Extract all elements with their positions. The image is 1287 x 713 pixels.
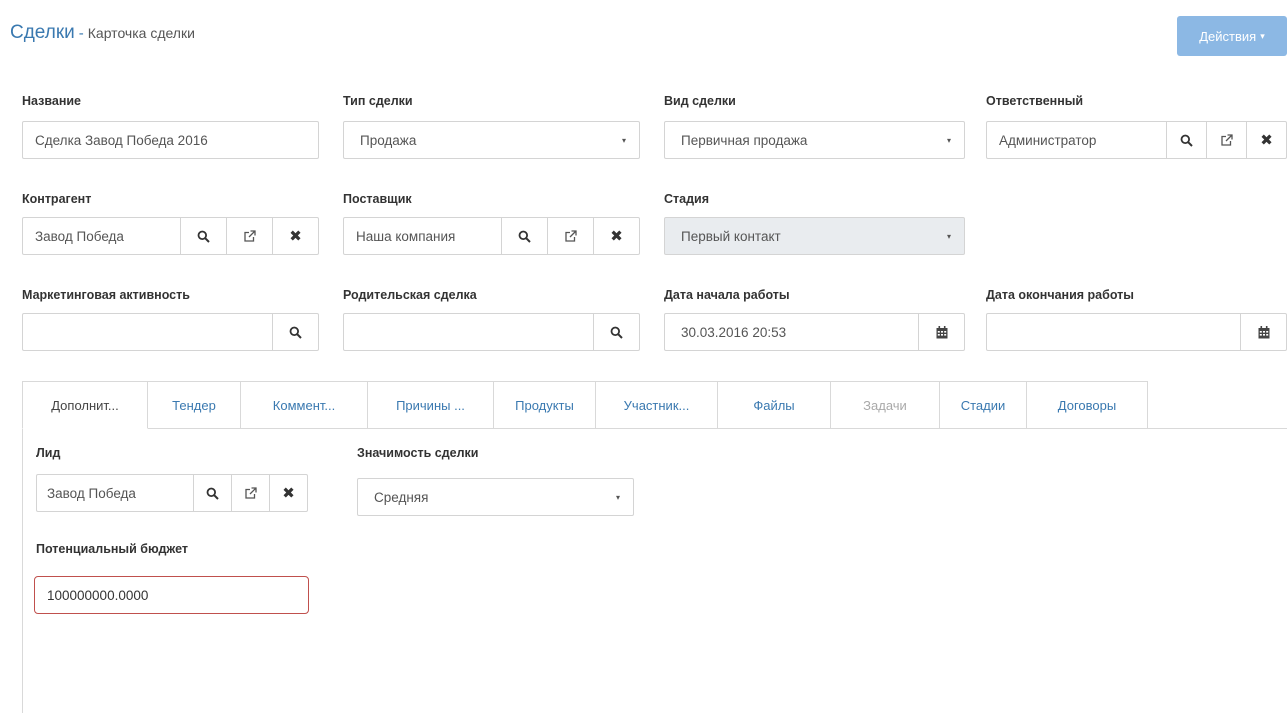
stage-label: Стадия: [664, 192, 710, 206]
search-icon[interactable]: [193, 475, 231, 511]
end-date-label: Дата окончания работы: [986, 288, 1134, 302]
tab-stages[interactable]: Стадии: [940, 381, 1027, 429]
tab-bar: Дополнит... Тендер Коммент... Причины ..…: [22, 381, 1148, 429]
clear-icon[interactable]: ✖: [269, 475, 307, 511]
open-external-icon[interactable]: [231, 475, 269, 511]
page-title: Карточка сделки: [87, 25, 195, 41]
chevron-down-icon: ▾: [1260, 30, 1265, 41]
select-arrow-icon: ▾: [615, 492, 620, 502]
search-icon[interactable]: [593, 314, 639, 350]
budget-input[interactable]: 100000000.0000: [34, 576, 309, 614]
tab-contracts[interactable]: Договоры: [1027, 381, 1148, 429]
end-date-input[interactable]: [986, 313, 1287, 351]
deal-kind-select[interactable]: Первичная продажа ▾: [664, 121, 965, 159]
responsible-value: Администратор: [999, 132, 1097, 148]
clear-icon[interactable]: ✖: [593, 218, 639, 254]
breadcrumb-separator: -: [78, 25, 84, 42]
deal-kind-label: Вид сделки: [664, 94, 736, 108]
start-date-input[interactable]: 30.03.2016 20:53: [664, 313, 965, 351]
select-arrow-icon: ▾: [946, 231, 951, 241]
tab-tender[interactable]: Тендер: [148, 381, 241, 429]
tab-reasons[interactable]: Причины ...: [368, 381, 494, 429]
tab-products[interactable]: Продукты: [494, 381, 596, 429]
calendar-icon[interactable]: [1240, 314, 1286, 350]
tab-additional[interactable]: Дополнит...: [22, 381, 148, 429]
significance-select[interactable]: Средняя ▾: [357, 478, 634, 516]
open-external-icon[interactable]: [226, 218, 272, 254]
deal-type-select[interactable]: Продажа ▾: [343, 121, 640, 159]
stage-select: Первый контакт ▾: [664, 217, 965, 255]
responsible-label: Ответственный: [986, 94, 1084, 108]
search-icon[interactable]: [1166, 122, 1206, 158]
name-value: Сделка Завод Победа 2016: [35, 132, 208, 148]
parent-deal-lookup[interactable]: [343, 313, 640, 351]
lead-value: Завод Победа: [47, 485, 136, 501]
deal-type-value: Продажа: [360, 132, 417, 148]
open-external-icon[interactable]: [1206, 122, 1246, 158]
search-icon[interactable]: [501, 218, 547, 254]
clear-icon[interactable]: ✖: [1246, 122, 1286, 158]
name-label: Название: [22, 94, 82, 108]
search-icon[interactable]: [272, 314, 318, 350]
actions-label: Действия: [1199, 28, 1257, 44]
tab-participants[interactable]: Участник...: [596, 381, 718, 429]
tab-tasks[interactable]: Задачи: [831, 381, 940, 429]
responsible-lookup[interactable]: Администратор ✖: [986, 121, 1287, 159]
lead-label: Лид: [36, 446, 61, 460]
tab-panel-additional: [22, 428, 1287, 713]
name-input[interactable]: Сделка Завод Победа 2016: [22, 121, 319, 159]
tab-files[interactable]: Файлы: [718, 381, 831, 429]
significance-value: Средняя: [374, 489, 429, 505]
select-arrow-icon: ▾: [946, 135, 951, 145]
parent-deal-label: Родительская сделка: [343, 288, 477, 302]
tab-comments[interactable]: Коммент...: [241, 381, 368, 429]
marketing-value: [23, 314, 272, 350]
counterparty-lookup[interactable]: Завод Победа ✖: [22, 217, 319, 255]
deal-kind-value: Первичная продажа: [681, 132, 808, 148]
budget-label: Потенциальный бюджет: [36, 542, 189, 556]
counterparty-label: Контрагент: [22, 192, 92, 206]
marketing-label: Маркетинговая активность: [22, 288, 190, 302]
deal-type-label: Тип сделки: [343, 94, 413, 108]
calendar-icon[interactable]: [918, 314, 964, 350]
start-date-label: Дата начала работы: [664, 288, 790, 302]
parent-deal-value: [344, 314, 593, 350]
significance-label: Значимость сделки: [357, 446, 479, 460]
clear-icon[interactable]: ✖: [272, 218, 318, 254]
stage-value: Первый контакт: [681, 228, 781, 244]
page-header: Сделки - Карточка сделки: [10, 22, 195, 48]
supplier-value: Наша компания: [356, 228, 456, 244]
open-external-icon[interactable]: [547, 218, 593, 254]
end-date-value: [987, 314, 1240, 350]
counterparty-value: Завод Победа: [35, 228, 124, 244]
breadcrumb-deals[interactable]: Сделки: [10, 22, 75, 44]
actions-dropdown-button[interactable]: Действия ▾: [1177, 16, 1287, 56]
budget-value: 100000000.0000: [47, 587, 149, 603]
search-icon[interactable]: [180, 218, 226, 254]
select-arrow-icon: ▾: [621, 135, 626, 145]
marketing-lookup[interactable]: [22, 313, 319, 351]
lead-lookup[interactable]: Завод Победа ✖: [36, 474, 308, 512]
start-date-value: 30.03.2016 20:53: [681, 324, 787, 340]
supplier-label: Поставщик: [343, 192, 412, 206]
supplier-lookup[interactable]: Наша компания ✖: [343, 217, 640, 255]
